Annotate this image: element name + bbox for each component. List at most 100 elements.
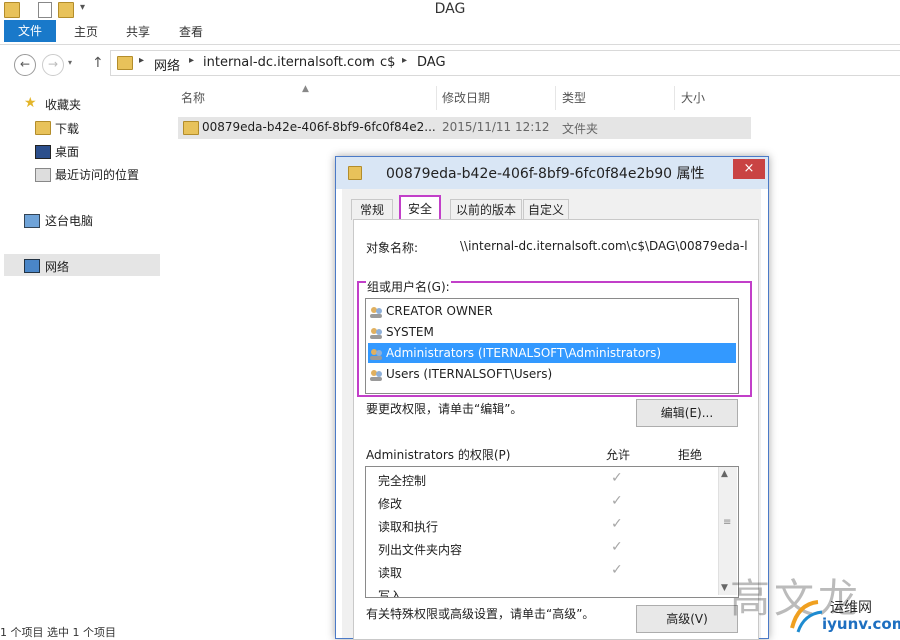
- permissions-list: 完全控制 ✓ 修改 ✓ 读取和执行 ✓ 列出文件夹内容 ✓ 读取 ✓ 写入 ▲ …: [365, 466, 739, 598]
- navigation-pane: ★ 收藏夹 下载 桌面 最近访问的位置 这台电脑 网络: [0, 82, 162, 622]
- sidebar-this-pc[interactable]: 这台电脑: [45, 212, 93, 229]
- permission-name: 写入: [378, 589, 403, 598]
- window-titlebar: ▾ DAG: [0, 0, 900, 20]
- allow-check-icon: ✓: [611, 493, 623, 509]
- permission-row: 写入: [378, 585, 403, 598]
- address-folder-icon: [117, 56, 133, 70]
- tab-home[interactable]: 主页: [74, 23, 98, 41]
- logo-url: iyunv.com: [822, 615, 900, 633]
- groups-list[interactable]: CREATOR OWNER SYSTEM Administrators (ITE…: [365, 298, 739, 394]
- object-name-value: \\internal-dc.iternalsoft.com\c$\DAG\008…: [460, 239, 748, 253]
- sidebar-item-downloads[interactable]: 下载: [55, 120, 79, 137]
- advanced-hint: 有关特殊权限或高级设置，请单击“高级”。: [366, 607, 595, 621]
- file-name: 00879eda-b42e-406f-8bf9-6fc0f84e2...: [202, 120, 436, 134]
- recent-locations-icon[interactable]: ▾: [68, 58, 72, 67]
- computer-icon: [24, 214, 40, 228]
- permission-row: 完全控制: [378, 470, 426, 492]
- properties-dialog: 00879eda-b42e-406f-8bf9-6fc0f84e2b90 属性 …: [335, 156, 769, 640]
- tab-file[interactable]: 文件: [4, 20, 56, 42]
- file-type: 文件夹: [562, 122, 599, 136]
- users-icon: [368, 326, 384, 340]
- allow-check-icon: ✓: [611, 539, 623, 555]
- breadcrumb-separator-icon[interactable]: ▸: [367, 55, 372, 66]
- folder-icon: [183, 121, 199, 135]
- breadcrumb-network[interactable]: 网络: [154, 55, 180, 74]
- sidebar-network[interactable]: 网络: [45, 258, 69, 275]
- group-name: Administrators (ITERNALSOFT\Administrato…: [386, 346, 662, 360]
- watermark-logo: 运维网 iyunv.com: [784, 588, 900, 637]
- list-item[interactable]: Users (ITERNALSOFT\Users): [368, 364, 736, 384]
- allow-header: 允许: [606, 448, 631, 462]
- permission-name: 列出文件夹内容: [378, 543, 463, 557]
- column-divider[interactable]: [555, 86, 556, 110]
- sidebar-favorites[interactable]: 收藏夹: [45, 96, 81, 113]
- desktop-icon: [35, 145, 51, 159]
- dialog-title: 00879eda-b42e-406f-8bf9-6fc0f84e2b90 属性: [386, 166, 705, 182]
- permission-name: 完全控制: [378, 474, 427, 488]
- back-arrow-icon[interactable]: ←: [14, 54, 36, 76]
- ribbon-tabs: 文件 主页 共享 查看: [0, 20, 900, 45]
- breadcrumb-separator-icon[interactable]: ▸: [402, 55, 407, 66]
- recent-places-icon: [35, 168, 51, 182]
- object-name-label: 对象名称:: [366, 241, 419, 255]
- column-size[interactable]: 大小: [681, 86, 705, 110]
- address-bar[interactable]: ▸ 网络 ▸ internal-dc.iternalsoft.com ▸ c$ …: [110, 50, 900, 76]
- column-divider[interactable]: [436, 86, 437, 110]
- sidebar-item-recent[interactable]: 最近访问的位置: [55, 166, 139, 183]
- group-name: CREATOR OWNER: [386, 304, 493, 318]
- breadcrumb-host[interactable]: internal-dc.iternalsoft.com: [203, 55, 375, 70]
- permission-row: 列出文件夹内容: [378, 539, 462, 561]
- table-row[interactable]: 00879eda-b42e-406f-8bf9-6fc0f84e2... 201…: [178, 117, 751, 139]
- tab-view[interactable]: 查看: [179, 23, 203, 41]
- list-item[interactable]: SYSTEM: [368, 322, 736, 342]
- permission-row: 读取和执行: [378, 516, 438, 538]
- group-name: Users (ITERNALSOFT\Users): [386, 367, 553, 381]
- list-item[interactable]: CREATOR OWNER: [368, 301, 736, 321]
- scroll-down-icon[interactable]: ▼: [721, 583, 728, 593]
- dialog-titlebar[interactable]: 00879eda-b42e-406f-8bf9-6fc0f84e2b90 属性 …: [336, 157, 768, 189]
- breadcrumb-share[interactable]: c$: [380, 55, 395, 70]
- up-arrow-icon[interactable]: ↑: [92, 55, 104, 71]
- file-date: 2015/11/11 12:12: [442, 120, 550, 134]
- folder-icon: [348, 166, 362, 180]
- tab-share[interactable]: 共享: [126, 23, 150, 41]
- permission-name: 读取和执行: [378, 520, 439, 534]
- window-title: DAG: [434, 1, 466, 17]
- network-icon: [24, 259, 40, 273]
- change-permissions-hint: 要更改权限，请单击“编辑”。: [366, 402, 523, 416]
- breadcrumb-separator-icon[interactable]: ▸: [189, 55, 194, 66]
- list-item-selected[interactable]: Administrators (ITERNALSOFT\Administrato…: [368, 343, 736, 363]
- column-date[interactable]: 修改日期: [442, 86, 490, 110]
- permission-row: 修改: [378, 493, 402, 515]
- edit-button[interactable]: 编辑(E)...: [636, 399, 738, 427]
- column-name[interactable]: 名称: [181, 86, 205, 110]
- downloads-folder-icon: [35, 121, 51, 135]
- logo-cn: 运维网: [830, 600, 872, 616]
- forward-arrow-icon[interactable]: →: [42, 54, 64, 76]
- tab-previous-versions[interactable]: 以前的版本: [450, 199, 522, 220]
- status-bar: 1 个项目 选中 1 个项目: [0, 626, 116, 639]
- allow-check-icon: ✓: [611, 562, 623, 578]
- permission-row: 读取: [378, 562, 402, 584]
- permission-name: 修改: [378, 497, 403, 511]
- scroll-grip-icon[interactable]: ≡: [723, 517, 731, 528]
- close-icon[interactable]: ×: [733, 159, 765, 179]
- breadcrumb-separator-icon[interactable]: ▸: [139, 55, 144, 66]
- users-icon: [368, 305, 384, 319]
- tab-general[interactable]: 常规: [351, 199, 393, 220]
- deny-header: 拒绝: [678, 448, 703, 462]
- column-divider[interactable]: [674, 86, 675, 110]
- allow-check-icon: ✓: [611, 470, 623, 486]
- breadcrumb-dag[interactable]: DAG: [417, 55, 446, 70]
- groups-label: 组或用户名(G):: [366, 278, 451, 295]
- sidebar-network-selected[interactable]: 网络: [4, 254, 160, 276]
- advanced-button[interactable]: 高级(V): [636, 605, 738, 633]
- group-name: SYSTEM: [386, 325, 434, 339]
- scroll-up-icon[interactable]: ▲: [721, 469, 728, 479]
- tab-custom[interactable]: 自定义: [523, 199, 569, 220]
- users-icon: [368, 347, 384, 361]
- sidebar-item-desktop[interactable]: 桌面: [55, 143, 79, 160]
- permissions-label: Administrators 的权限(P): [366, 448, 511, 462]
- column-type[interactable]: 类型: [562, 86, 586, 110]
- allow-check-icon: ✓: [611, 516, 623, 532]
